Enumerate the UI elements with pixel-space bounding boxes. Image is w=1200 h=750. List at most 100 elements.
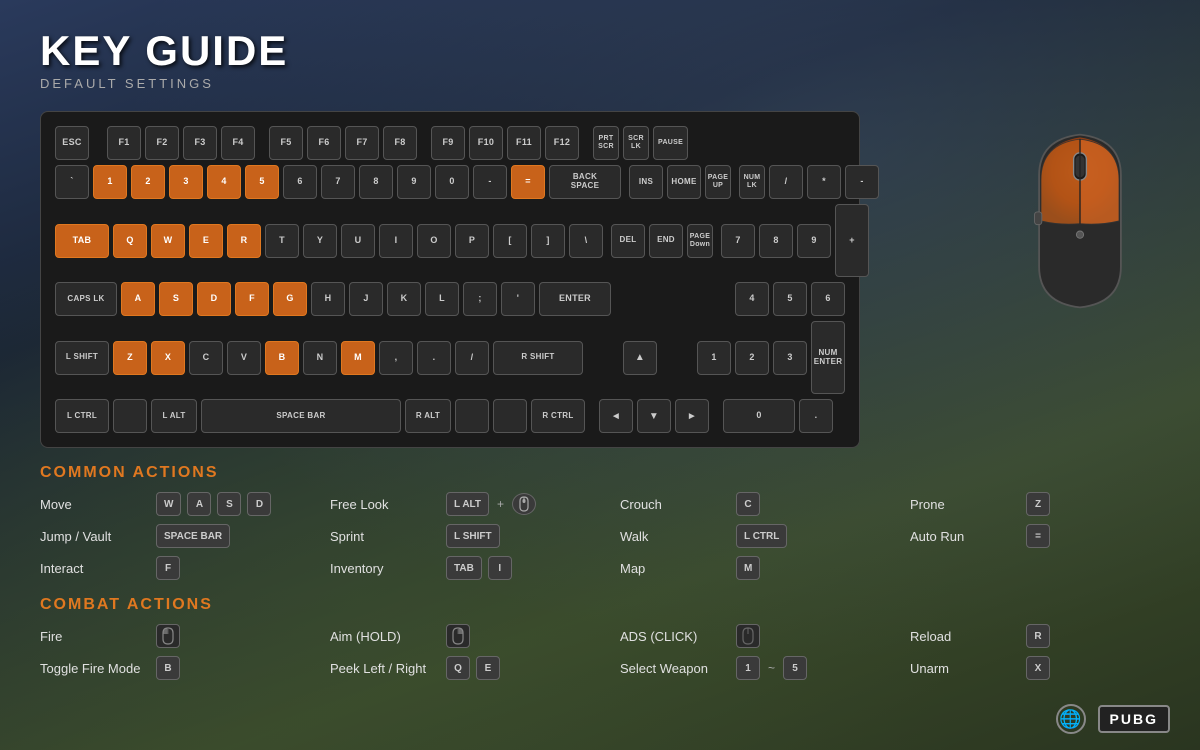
key-del[interactable]: DEL (611, 224, 645, 258)
key-q[interactable]: Q (113, 224, 147, 258)
key-k[interactable]: K (387, 282, 421, 316)
key-numslash[interactable]: / (769, 165, 803, 199)
key-end[interactable]: END (649, 224, 683, 258)
key-up[interactable]: ▲ (623, 341, 657, 375)
key-f7[interactable]: F7 (345, 126, 379, 160)
key-f1[interactable]: F1 (107, 126, 141, 160)
key-j[interactable]: J (349, 282, 383, 316)
key-num4[interactable]: 4 (735, 282, 769, 316)
key-numenter[interactable]: NUMENTER (811, 321, 845, 394)
key-l[interactable]: L (425, 282, 459, 316)
key-scrlk[interactable]: SCRLK (623, 126, 649, 160)
key-space[interactable]: SPACE BAR (201, 399, 401, 433)
key-rctrl[interactable]: R CTRL (531, 399, 585, 433)
key-n[interactable]: N (303, 341, 337, 375)
key-b[interactable]: B (265, 341, 299, 375)
key-backtick[interactable]: ` (55, 165, 89, 199)
key-caps[interactable]: CAPS LK (55, 282, 117, 316)
key-minus[interactable]: - (473, 165, 507, 199)
key-f3[interactable]: F3 (183, 126, 217, 160)
key-backspace[interactable]: BACKSPACE (549, 165, 621, 199)
key-t[interactable]: T (265, 224, 299, 258)
key-numminus[interactable]: - (845, 165, 879, 199)
key-o[interactable]: O (417, 224, 451, 258)
key-s[interactable]: S (159, 282, 193, 316)
key-f2[interactable]: F2 (145, 126, 179, 160)
key-pause[interactable]: PAUSE (653, 126, 688, 160)
key-z[interactable]: Z (113, 341, 147, 375)
key-4[interactable]: 4 (207, 165, 241, 199)
key-comma[interactable]: , (379, 341, 413, 375)
key-enter[interactable]: ENTER (539, 282, 611, 316)
key-ralt[interactable]: R ALT (405, 399, 451, 433)
key-pgdn[interactable]: PAGEDown (687, 224, 713, 258)
key-e[interactable]: E (189, 224, 223, 258)
key-9[interactable]: 9 (397, 165, 431, 199)
key-left[interactable]: ◄ (599, 399, 633, 433)
key-num2[interactable]: 2 (735, 341, 769, 375)
key-5[interactable]: 5 (245, 165, 279, 199)
key-f11[interactable]: F11 (507, 126, 541, 160)
key-f9[interactable]: F9 (431, 126, 465, 160)
key-numstar[interactable]: * (807, 165, 841, 199)
key-equals[interactable]: = (511, 165, 545, 199)
key-u[interactable]: U (341, 224, 375, 258)
key-slash[interactable]: / (455, 341, 489, 375)
key-lshift[interactable]: L SHIFT (55, 341, 109, 375)
key-f6[interactable]: F6 (307, 126, 341, 160)
key-2[interactable]: 2 (131, 165, 165, 199)
key-ins[interactable]: INS (629, 165, 663, 199)
key-m[interactable]: M (341, 341, 375, 375)
key-num5[interactable]: 5 (773, 282, 807, 316)
key-7[interactable]: 7 (321, 165, 355, 199)
key-pgup[interactable]: PAGEUP (705, 165, 731, 199)
key-numplus[interactable]: + (835, 204, 869, 277)
key-x[interactable]: X (151, 341, 185, 375)
key-num0[interactable]: 0 (723, 399, 795, 433)
key-lbracket[interactable]: [ (493, 224, 527, 258)
key-f5[interactable]: F5 (269, 126, 303, 160)
key-period[interactable]: . (417, 341, 451, 375)
key-lalt[interactable]: L ALT (151, 399, 197, 433)
key-f12[interactable]: F12 (545, 126, 579, 160)
key-home[interactable]: HOME (667, 165, 701, 199)
key-backslash[interactable]: \ (569, 224, 603, 258)
key-y[interactable]: Y (303, 224, 337, 258)
key-right[interactable]: ► (675, 399, 709, 433)
key-f8[interactable]: F8 (383, 126, 417, 160)
key-h[interactable]: H (311, 282, 345, 316)
key-num3[interactable]: 3 (773, 341, 807, 375)
key-f10[interactable]: F10 (469, 126, 503, 160)
key-num9[interactable]: 9 (797, 224, 831, 258)
key-1[interactable]: 1 (93, 165, 127, 199)
key-w[interactable]: W (151, 224, 185, 258)
key-6[interactable]: 6 (283, 165, 317, 199)
key-prtscr[interactable]: PRTSCR (593, 126, 619, 160)
key-r[interactable]: R (227, 224, 261, 258)
key-down[interactable]: ▼ (637, 399, 671, 433)
key-c[interactable]: C (189, 341, 223, 375)
key-rshift[interactable]: R SHIFT (493, 341, 583, 375)
key-3[interactable]: 3 (169, 165, 203, 199)
key-rwin[interactable] (455, 399, 489, 433)
key-f4[interactable]: F4 (221, 126, 255, 160)
key-v[interactable]: V (227, 341, 261, 375)
key-a[interactable]: A (121, 282, 155, 316)
key-numlk[interactable]: NUMLK (739, 165, 765, 199)
key-esc[interactable]: ESC (55, 126, 89, 160)
key-quote[interactable]: ' (501, 282, 535, 316)
key-num7[interactable]: 7 (721, 224, 755, 258)
key-num8[interactable]: 8 (759, 224, 793, 258)
key-menu[interactable] (493, 399, 527, 433)
key-i[interactable]: I (379, 224, 413, 258)
key-f[interactable]: F (235, 282, 269, 316)
key-rbracket[interactable]: ] (531, 224, 565, 258)
key-numdot[interactable]: . (799, 399, 833, 433)
key-g[interactable]: G (273, 282, 307, 316)
key-d[interactable]: D (197, 282, 231, 316)
key-tab[interactable]: TAB (55, 224, 109, 258)
key-num6[interactable]: 6 (811, 282, 845, 316)
key-lctrl[interactable]: L CTRL (55, 399, 109, 433)
key-p[interactable]: P (455, 224, 489, 258)
key-8[interactable]: 8 (359, 165, 393, 199)
